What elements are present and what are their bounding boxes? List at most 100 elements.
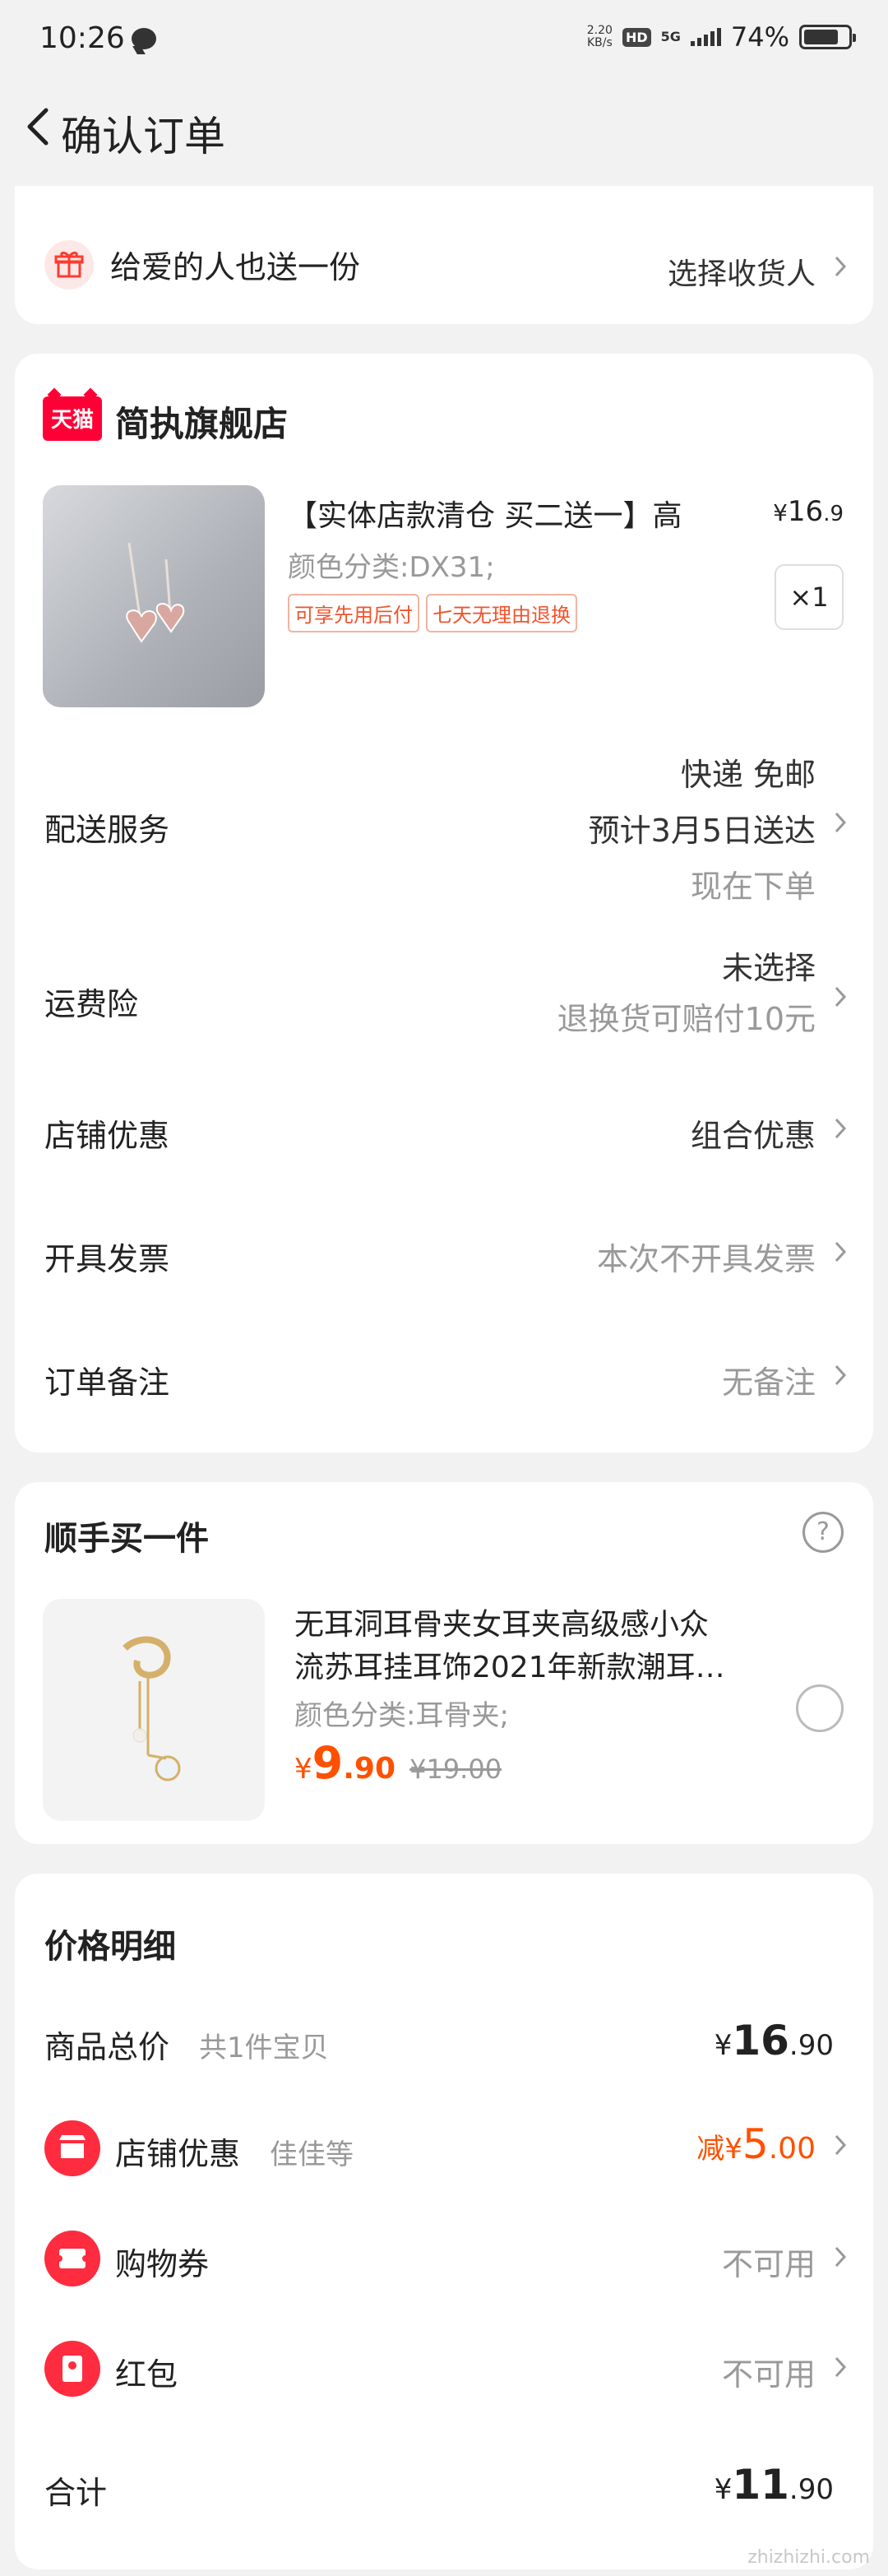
product-price-int: 16 xyxy=(787,495,824,528)
network-speed: 2.20 KB/s xyxy=(587,25,613,49)
chevron-right-icon xyxy=(835,256,847,277)
red-packet-label: 红包 xyxy=(115,2356,178,2393)
message-notification-icon xyxy=(132,28,156,49)
product-price-symbol: ¥ xyxy=(773,499,788,526)
delivery-label: 配送服务 xyxy=(44,812,170,848)
discount-symbol: ¥ xyxy=(724,2133,742,2166)
coupon-icon xyxy=(44,2231,100,2286)
addon-price-symbol: ¥ xyxy=(294,1753,312,1786)
status-time: 10:26 xyxy=(39,21,125,55)
delivery-method: 快递 免邮 xyxy=(680,757,816,793)
price-detail-card: 价格明细 商品总价 共1件宝贝 ¥16.90 店铺优惠 佳佳等 减¥5.00 购… xyxy=(15,1874,873,2569)
chevron-right-icon xyxy=(835,2134,847,2156)
coupon-value[interactable]: 不可用 xyxy=(722,2239,816,2284)
invoice-label: 开具发票 xyxy=(44,1241,170,1277)
addon-product-image[interactable] xyxy=(43,1599,265,1821)
addon-price: ¥9.90 ¥19.00 xyxy=(294,1737,502,1789)
select-recipient-link[interactable]: 选择收货人 xyxy=(668,250,816,293)
addon-price-int: 9 xyxy=(312,1737,344,1789)
signal-icon xyxy=(690,28,721,46)
product-title[interactable]: 【实体店款清仓 买二送一】高 xyxy=(288,492,682,535)
invoice-value[interactable]: 本次不开具发票 xyxy=(597,1234,816,1279)
addon-product-spec: 颜色分类:耳骨夹; xyxy=(294,1699,509,1732)
price-detail-title: 价格明细 xyxy=(44,1928,176,1966)
store-discount-icon xyxy=(44,2120,100,2176)
product-price-decimal: .9 xyxy=(823,502,844,526)
5g-label: 5G xyxy=(660,29,681,44)
5g-icon: 5G xyxy=(661,30,681,44)
chevron-right-icon xyxy=(835,986,847,1008)
tag-seven-day-return: 七天无理由退换 xyxy=(426,594,577,632)
goods-total-amount: ¥16.90 xyxy=(715,2017,834,2064)
goods-total-label: 商品总价 xyxy=(44,2029,170,2065)
total-int: 11 xyxy=(732,2461,789,2509)
total-symbol: ¥ xyxy=(714,2473,733,2506)
quantity-stepper[interactable]: ×1 xyxy=(775,564,844,630)
red-packet-icon xyxy=(44,2341,100,2397)
chevron-right-icon xyxy=(835,2356,847,2378)
page-title: 确认订单 xyxy=(61,113,225,160)
chevron-right-icon xyxy=(835,1241,847,1263)
coupon-label: 购物券 xyxy=(115,2246,210,2282)
addon-card: 顺手买一件 ? 无耳洞耳骨夹女耳夹高级感小众 流苏耳挂耳饰2021年新款潮耳… … xyxy=(15,1482,873,1844)
red-packet-value[interactable]: 不可用 xyxy=(722,2349,816,2394)
delivery-eta: 预计3月5日送达 xyxy=(588,813,816,849)
discount-int: 5 xyxy=(742,2120,769,2168)
earring-image-art xyxy=(126,542,185,643)
order-note-label: 订单备注 xyxy=(44,1364,170,1401)
total-decimal: .90 xyxy=(789,2473,834,2506)
insurance-note: 退换货可赔付10元 xyxy=(557,1001,816,1037)
store-discount-source: 佳佳等 xyxy=(270,2138,354,2171)
total-amount: ¥11.90 xyxy=(715,2461,834,2509)
product-image[interactable] xyxy=(43,485,265,707)
watermark: zhizhizhi.com xyxy=(747,2547,870,2568)
tag-pay-later: 可享先用后付 xyxy=(288,594,419,632)
product-spec: 颜色分类:DX31; xyxy=(288,551,495,584)
addon-select-checkbox[interactable] xyxy=(796,1684,844,1732)
battery-percent: 74% xyxy=(730,21,789,53)
goods-count: 共1件宝贝 xyxy=(199,2032,329,2064)
status-right: 2.20 KB/s HD 5G 74% xyxy=(587,21,856,53)
discount-prefix: 减 xyxy=(696,2133,725,2166)
battery-icon xyxy=(799,25,856,49)
chevron-right-icon xyxy=(835,1364,847,1386)
addon-price-decimal: .90 xyxy=(343,1752,395,1786)
back-arrow-icon[interactable] xyxy=(15,102,64,151)
addon-product-title-line2[interactable]: 流苏耳挂耳饰2021年新款潮耳… xyxy=(294,1643,725,1686)
goods-total-int: 16 xyxy=(732,2017,789,2064)
hd-voice-icon: HD xyxy=(622,27,651,47)
shipping-insurance-label: 运费险 xyxy=(44,986,139,1022)
gift-card[interactable]: 给爱的人也送一份 选择收货人 xyxy=(15,186,873,324)
chevron-right-icon xyxy=(835,2246,847,2268)
addon-product-title-line1[interactable]: 无耳洞耳骨夹女耳夹高级感小众 xyxy=(294,1601,709,1643)
store-name[interactable]: 简执旗舰店 xyxy=(115,396,288,447)
help-icon[interactable]: ? xyxy=(802,1512,844,1553)
delivery-order-now: 现在下单 xyxy=(690,869,816,905)
tmall-logo: 天猫 xyxy=(43,396,102,441)
delivery-value[interactable]: 快递 免邮 预计3月5日送达 现在下单 xyxy=(589,747,816,915)
gift-icon xyxy=(44,240,94,290)
goods-total-decimal: .90 xyxy=(789,2029,834,2062)
product-tags: 可享先用后付 七天无理由退换 xyxy=(288,594,584,632)
chevron-right-icon xyxy=(835,812,847,833)
gift-label: 给爱的人也送一份 xyxy=(110,249,361,285)
store-discount-row-label: 店铺优惠 xyxy=(115,2136,241,2172)
product-price: ¥16.9 xyxy=(773,495,844,528)
store-discount-amount[interactable]: 减¥5.00 xyxy=(696,2120,816,2168)
chevron-right-icon xyxy=(835,1118,847,1139)
network-speed-value: 2.20 xyxy=(586,24,613,37)
total-label: 合计 xyxy=(44,2475,108,2511)
ear-cuff-image-art xyxy=(123,1636,181,1781)
network-speed-unit: KB/s xyxy=(586,36,613,49)
goods-total-symbol: ¥ xyxy=(714,2029,733,2062)
store-discount-value[interactable]: 组合优惠 xyxy=(691,1110,816,1156)
store-discount-label: 店铺优惠 xyxy=(44,1118,170,1154)
shipping-insurance-value[interactable]: 未选择 退换货可赔付10元 xyxy=(557,943,816,1045)
discount-decimal: .00 xyxy=(768,2132,816,2166)
store-card: 天猫 简执旗舰店 【实体店款清仓 买二送一】高 颜色分类:DX31; 可享先用后… xyxy=(15,354,873,1452)
order-note-value[interactable]: 无备注 xyxy=(722,1357,816,1402)
addon-title: 顺手买一件 xyxy=(44,1520,209,1558)
status-bar: 10:26 2.20 KB/s HD 5G 74% xyxy=(0,0,888,79)
addon-original-price: ¥19.00 xyxy=(409,1754,502,1785)
nav-bar: 确认订单 xyxy=(0,79,888,186)
